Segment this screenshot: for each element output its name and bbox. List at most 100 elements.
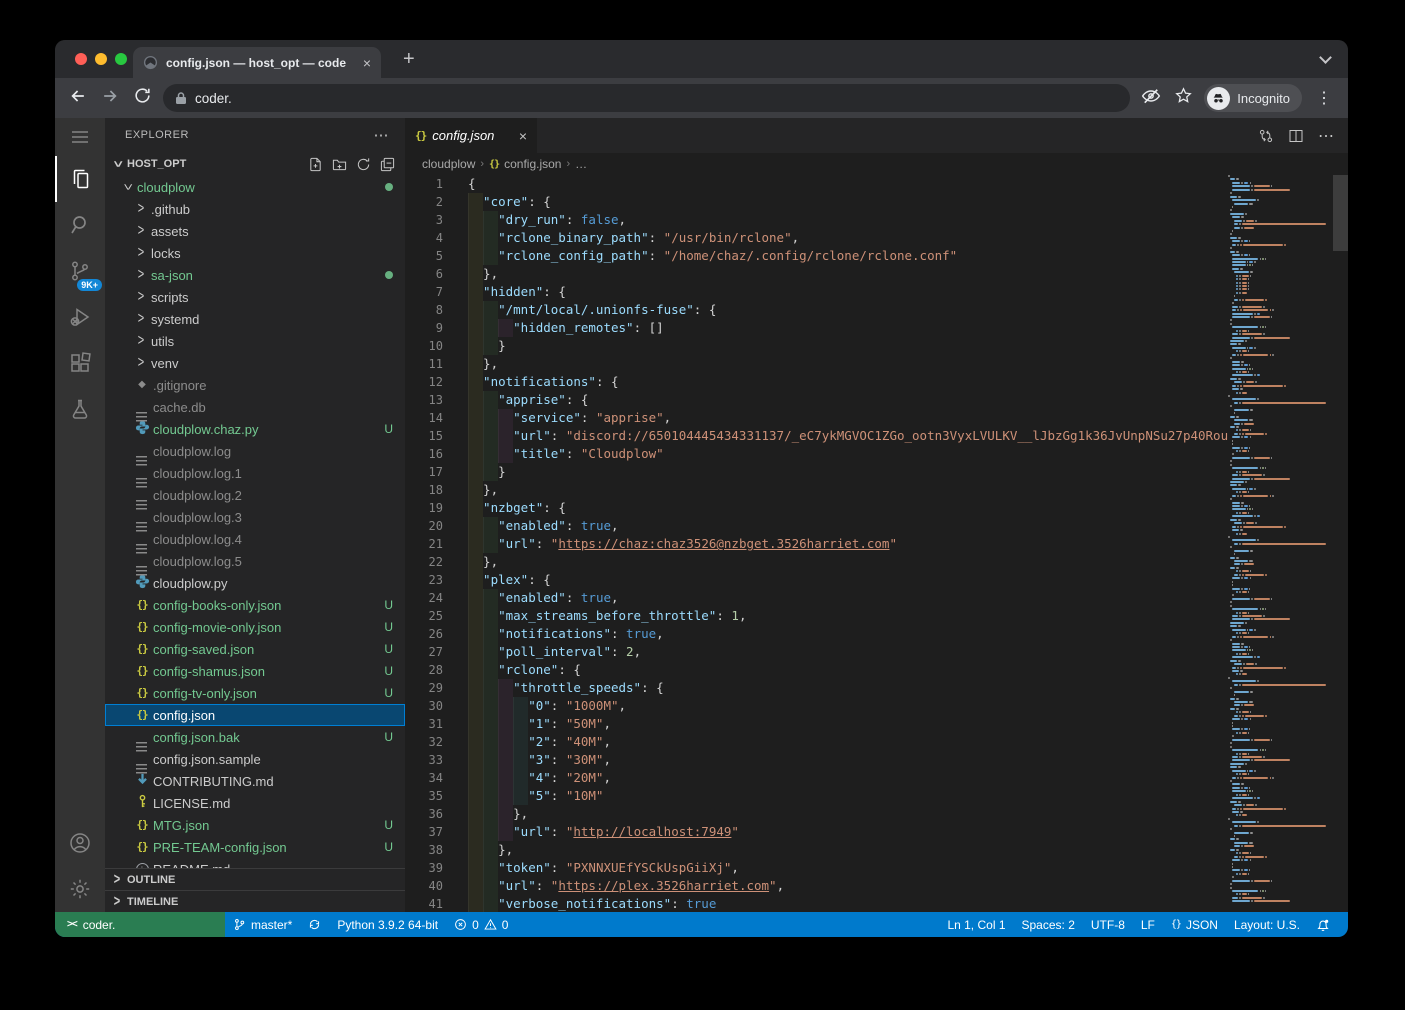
search-activity-icon[interactable]: [55, 202, 105, 248]
code-line[interactable]: 35"5": "10M": [405, 787, 1228, 805]
tree-item-contributing.md[interactable]: CONTRIBUTING.md: [105, 770, 405, 792]
browser-tab[interactable]: config.json — host_opt — code ×: [133, 47, 381, 78]
source-control-activity-icon[interactable]: 9K+: [55, 248, 105, 294]
tree-item-.gitignore[interactable]: ◆.gitignore: [105, 374, 405, 396]
tree-item-cache.db[interactable]: cache.db: [105, 396, 405, 418]
language-mode-status[interactable]: {} JSON: [1163, 912, 1226, 937]
tree-item-.github[interactable]: >.github: [105, 198, 405, 220]
notifications-bell[interactable]: [1308, 912, 1338, 937]
testing-activity-icon[interactable]: [55, 386, 105, 432]
tree-item-cloudplow.log[interactable]: cloudplow.log: [105, 440, 405, 462]
code-line[interactable]: 23"plex": {: [405, 571, 1228, 589]
tree-item-mtg.json[interactable]: {}MTG.jsonU: [105, 814, 405, 836]
new-tab-button[interactable]: +: [403, 48, 415, 70]
code-line[interactable]: 17}: [405, 463, 1228, 481]
account-icon[interactable]: [55, 820, 105, 866]
code-line[interactable]: 11},: [405, 355, 1228, 373]
code-line[interactable]: 26"notifications": true,: [405, 625, 1228, 643]
extensions-activity-icon[interactable]: [55, 340, 105, 386]
minimize-window-button[interactable]: [95, 53, 107, 65]
minimap[interactable]: [1228, 175, 1333, 912]
tree-item-cloudplow.log.2[interactable]: cloudplow.log.2: [105, 484, 405, 506]
tree-item-config.json.sample[interactable]: config.json.sample: [105, 748, 405, 770]
code-line[interactable]: 25"max_streams_before_throttle": 1,: [405, 607, 1228, 625]
tree-item-assets[interactable]: >assets: [105, 220, 405, 242]
code-line[interactable]: 41"verbose_notifications": true: [405, 895, 1228, 912]
code-line[interactable]: 40"url": "https://plex.3526harriet.com",: [405, 877, 1228, 895]
code-line[interactable]: 7"hidden": {: [405, 283, 1228, 301]
tree-item-config.json[interactable]: {}config.json: [105, 704, 405, 726]
code-line[interactable]: 37"url": "http://localhost:7949": [405, 823, 1228, 841]
editor-tab-close-icon[interactable]: ×: [519, 128, 527, 144]
tree-item-cloudplow.chaz.py[interactable]: cloudplow.chaz.pyU: [105, 418, 405, 440]
code-line[interactable]: 33"3": "30M",: [405, 751, 1228, 769]
code-line[interactable]: 13"apprise": {: [405, 391, 1228, 409]
tree-item-config.json.bak[interactable]: config.json.bakU: [105, 726, 405, 748]
tree-item-cloudplow[interactable]: >cloudplow: [105, 176, 405, 198]
new-file-icon[interactable]: [308, 157, 323, 172]
run-debug-activity-icon[interactable]: [55, 294, 105, 340]
code-line[interactable]: 28"rclone": {: [405, 661, 1228, 679]
tree-item-config-movie-only.json[interactable]: {}config-movie-only.jsonU: [105, 616, 405, 638]
code-line[interactable]: 30"0": "1000M",: [405, 697, 1228, 715]
incognito-badge[interactable]: Incognito: [1204, 84, 1302, 112]
breadcrumb-folder[interactable]: cloudplow: [422, 157, 475, 171]
new-folder-icon[interactable]: [332, 157, 347, 172]
tab-search-chevron-icon[interactable]: [1319, 51, 1332, 64]
code-line[interactable]: 29"throttle_speeds": {: [405, 679, 1228, 697]
tree-item-systemd[interactable]: >systemd: [105, 308, 405, 330]
problems-status[interactable]: 0 0: [446, 912, 516, 937]
code-line[interactable]: 8"/mnt/local/.unionfs-fuse": {: [405, 301, 1228, 319]
code-line[interactable]: 34"4": "20M",: [405, 769, 1228, 787]
eol-status[interactable]: LF: [1133, 912, 1163, 937]
address-bar[interactable]: coder.: [163, 84, 1130, 112]
tree-item-scripts[interactable]: >scripts: [105, 286, 405, 308]
code-line[interactable]: 5"rclone_config_path": "/home/chaz/.conf…: [405, 247, 1228, 265]
code-line[interactable]: 1{: [405, 175, 1228, 193]
tree-item-license.md[interactable]: LICENSE.md: [105, 792, 405, 814]
collapse-all-icon[interactable]: [380, 157, 395, 172]
breadcrumb-file[interactable]: config.json: [504, 157, 561, 171]
git-branch-status[interactable]: master*: [225, 912, 300, 937]
tree-item-cloudplow.log.1[interactable]: cloudplow.log.1: [105, 462, 405, 484]
forward-button[interactable]: [99, 86, 121, 111]
code-line[interactable]: 22},: [405, 553, 1228, 571]
code-line[interactable]: 12"notifications": {: [405, 373, 1228, 391]
code-line[interactable]: 31"1": "50M",: [405, 715, 1228, 733]
tree-item-config-tv-only.json[interactable]: {}config-tv-only.jsonU: [105, 682, 405, 704]
explorer-activity-icon[interactable]: [55, 156, 105, 202]
eye-off-icon[interactable]: [1140, 86, 1162, 111]
outline-section[interactable]: > OUTLINE: [105, 868, 405, 890]
code-line[interactable]: 27"poll_interval": 2,: [405, 643, 1228, 661]
settings-gear-icon[interactable]: [55, 866, 105, 912]
code-line[interactable]: 39"token": "PXNNXUEfYSCkUspGiiXj",: [405, 859, 1228, 877]
breadcrumb-symbol[interactable]: …: [575, 157, 587, 171]
back-button[interactable]: [67, 86, 89, 111]
tree-item-venv[interactable]: >venv: [105, 352, 405, 374]
tree-item-cloudplow.log.4[interactable]: cloudplow.log.4: [105, 528, 405, 550]
tree-item-sa-json[interactable]: >sa-json: [105, 264, 405, 286]
browser-menu-icon[interactable]: ⋮: [1312, 88, 1336, 108]
code-line[interactable]: 15"url": "discord://650104445434331137/_…: [405, 427, 1228, 445]
code-line[interactable]: 24"enabled": true,: [405, 589, 1228, 607]
menu-hamburger-icon[interactable]: [55, 118, 105, 156]
cursor-position-status[interactable]: Ln 1, Col 1: [939, 912, 1013, 937]
tree-item-readme.md[interactable]: iREADME.md: [105, 858, 405, 868]
tab-close-icon[interactable]: ×: [363, 56, 371, 70]
code-line[interactable]: 38},: [405, 841, 1228, 859]
workspace-section-header[interactable]: > HOST_OPT: [105, 152, 405, 176]
code-line[interactable]: 18},: [405, 481, 1228, 499]
tree-item-cloudplow.log.3[interactable]: cloudplow.log.3: [105, 506, 405, 528]
tree-item-cloudplow.log.5[interactable]: cloudplow.log.5: [105, 550, 405, 572]
timeline-section[interactable]: > TIMELINE: [105, 890, 405, 912]
code-line[interactable]: 2"core": {: [405, 193, 1228, 211]
explorer-more-actions-icon[interactable]: ⋯: [374, 126, 390, 144]
split-editor-icon[interactable]: [1288, 128, 1304, 144]
code-editor[interactable]: 1{2"core": {3"dry_run": false,4"rclone_b…: [405, 175, 1228, 912]
tree-item-pre-team-config.json[interactable]: {}PRE-TEAM-config.jsonU: [105, 836, 405, 858]
tree-item-locks[interactable]: >locks: [105, 242, 405, 264]
refresh-icon[interactable]: [356, 157, 371, 172]
tree-item-config-books-only.json[interactable]: {}config-books-only.jsonU: [105, 594, 405, 616]
tree-item-cloudplow.py[interactable]: cloudplow.py: [105, 572, 405, 594]
code-line[interactable]: 10}: [405, 337, 1228, 355]
